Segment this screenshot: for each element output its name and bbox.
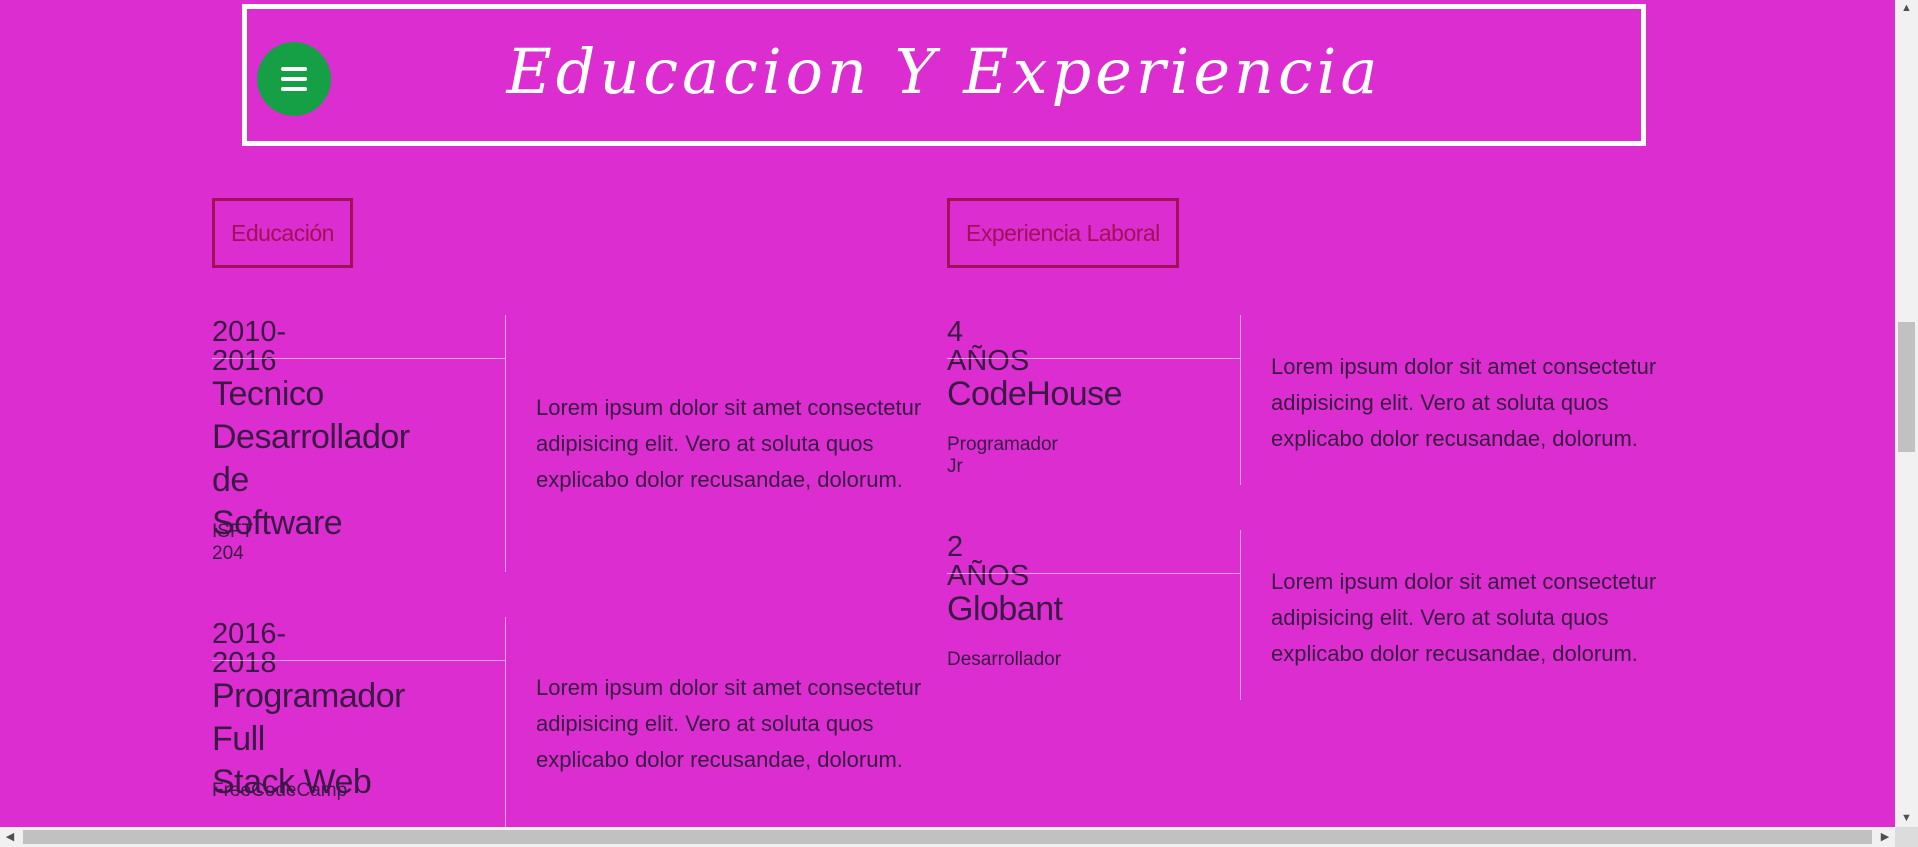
scroll-up-icon[interactable]: ▲	[1895, 0, 1918, 17]
divider	[212, 660, 505, 661]
horizontal-scroll-thumb[interactable]	[23, 830, 1872, 844]
education-description: Lorem ipsum dolor sit amet consectetur a…	[536, 675, 922, 772]
education-description: Lorem ipsum dolor sit amet consectetur a…	[536, 395, 922, 492]
education-period: 2016-2018	[212, 618, 287, 679]
education-title: Tecnico Desarrollador de Software	[212, 375, 410, 542]
experience-description: Lorem ipsum dolor sit amet consectetur a…	[1271, 569, 1657, 666]
page-title: Educacion Y Experiencia	[506, 35, 1382, 108]
company-name: Globant	[947, 590, 1063, 628]
scrollbar-corner	[1895, 827, 1918, 847]
vertical-scroll-thumb[interactable]	[1898, 322, 1915, 452]
education-period: 2010-2016	[212, 316, 287, 377]
experience-period: 4 AÑOS	[947, 316, 1030, 377]
divider	[505, 315, 506, 572]
divider	[505, 617, 506, 827]
scroll-left-icon[interactable]: ◀	[0, 827, 20, 847]
job-role: Programador Jr	[947, 434, 1058, 477]
vertical-scrollbar[interactable]: ▲ ▼	[1895, 0, 1918, 827]
divider	[947, 358, 1240, 359]
divider	[1240, 530, 1241, 700]
divider	[212, 358, 505, 359]
job-role: Desarrollador	[947, 649, 1062, 670]
horizontal-scrollbar[interactable]: ◀ ▶	[0, 827, 1895, 847]
education-label: Educación	[212, 198, 353, 268]
company-name: CodeHouse	[947, 375, 1123, 413]
title-frame: Educacion Y Experiencia	[242, 4, 1646, 146]
education-institution: FreeCodeCamp	[212, 780, 348, 801]
experience-period: 2 AÑOS	[947, 531, 1030, 592]
scroll-down-icon[interactable]: ▼	[1895, 810, 1918, 827]
menu-button[interactable]	[257, 42, 331, 116]
hamburger-icon	[281, 64, 307, 94]
page: Educacion Y Experiencia Educación Experi…	[0, 0, 1895, 827]
experience-description: Lorem ipsum dolor sit amet consectetur a…	[1271, 354, 1657, 451]
experience-label: Experiencia Laboral	[947, 198, 1179, 268]
scroll-right-icon[interactable]: ▶	[1875, 827, 1895, 847]
education-institution: ISFT 204	[212, 521, 253, 564]
divider	[1240, 315, 1241, 485]
divider	[947, 573, 1240, 574]
